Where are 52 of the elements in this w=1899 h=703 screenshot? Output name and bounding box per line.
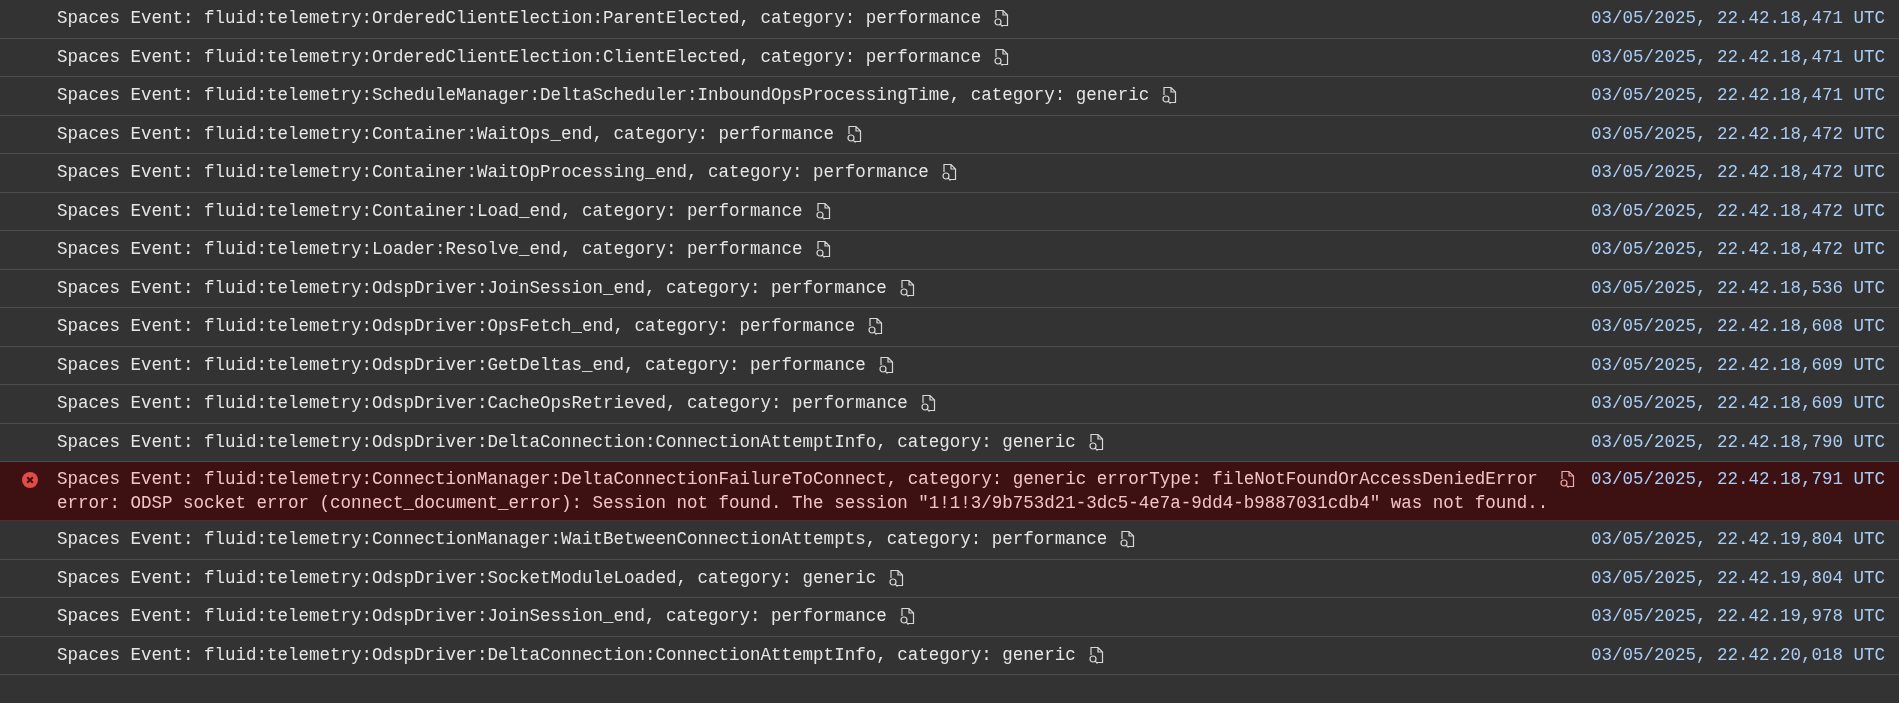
log-message: Spaces Event: fluid:telemetry:OdspDriver:JoinSession_end, category: performance bbox=[57, 276, 887, 300]
log-message: Spaces Event: fluid:telemetry:OrderedClientElection:ParentElected, category: performance bbox=[57, 7, 982, 30]
document-search-icon[interactable] bbox=[1161, 86, 1178, 106]
document-search-icon[interactable] bbox=[1558, 470, 1575, 489]
document-search-icon[interactable] bbox=[846, 124, 863, 144]
log-timestamp: 03/05/2025, 22.42.18,536 UTC bbox=[1590, 276, 1885, 300]
log-timestamp: 03/05/2025, 22.42.18,791 UTC bbox=[1590, 468, 1885, 491]
document-search-icon[interactable] bbox=[993, 9, 1010, 29]
log-timestamp: 03/05/2025, 22.42.18,609 UTC bbox=[1590, 392, 1885, 415]
log-message: Spaces Event: fluid:telemetry:OdspDriver:JoinSession_end, category: performance bbox=[57, 605, 887, 628]
log-timestamp: 03/05/2025, 22.42.20,018 UTC bbox=[1590, 643, 1885, 667]
document-search-icon[interactable] bbox=[877, 355, 894, 375]
log-timestamp: 03/05/2025, 22.42.18,609 UTC bbox=[1590, 353, 1885, 377]
log-message: Spaces Event: fluid:telemetry:Loader:Resolve_end, category: performance bbox=[57, 238, 803, 261]
document-search-icon[interactable] bbox=[867, 317, 884, 337]
log-timestamp: 03/05/2025, 22.42.18,472 UTC bbox=[1590, 238, 1885, 261]
log-timestamp: 03/05/2025, 22.42.18,471 UTC bbox=[1590, 84, 1885, 107]
log-timestamp: 03/05/2025, 22.42.18,471 UTC bbox=[1590, 7, 1885, 30]
document-search-icon[interactable] bbox=[919, 394, 936, 414]
log-message: Spaces Event: fluid:telemetry:Container:WaitOpProcessing_end, category: performance bbox=[57, 161, 929, 184]
log-message: Spaces Event: fluid:telemetry:ConnectionManager:WaitBetweenConnectionAttempts, category: performance bbox=[57, 528, 1108, 551]
log-message: Spaces Event: fluid:telemetry:OdspDriver:DeltaConnection:ConnectionAttemptInfo, category: generic bbox=[57, 430, 1076, 454]
log-message: Spaces Event: fluid:telemetry:OdspDriver:GetDeltas_end, category: performance bbox=[57, 353, 866, 377]
document-search-icon[interactable] bbox=[1087, 645, 1104, 665]
document-search-icon[interactable] bbox=[1087, 432, 1104, 452]
document-search-icon[interactable] bbox=[898, 278, 915, 298]
document-search-icon[interactable] bbox=[940, 163, 957, 183]
log-message: Spaces Event: fluid:telemetry:ScheduleManager:DeltaScheduler:InboundOpsProcessingTime, category: generic bbox=[57, 84, 1150, 107]
document-search-icon[interactable] bbox=[898, 607, 915, 627]
error-icon bbox=[21, 472, 38, 488]
log-timestamp: 03/05/2025, 22.42.18,790 UTC bbox=[1590, 430, 1885, 454]
log-message: Spaces Event: fluid:telemetry:Container:WaitOps_end, category: performance bbox=[57, 122, 835, 146]
log-message: Spaces Event: fluid:telemetry:OdspDriver:OpsFetch_end, category: performance bbox=[57, 315, 856, 338]
log-timestamp: 03/05/2025, 22.42.18,471 UTC bbox=[1590, 45, 1885, 69]
log-message: Spaces Event: fluid:telemetry:OdspDriver:CacheOpsRetrieved, category: performance bbox=[57, 392, 908, 415]
log-message: Spaces Event: fluid:telemetry:Container:Load_end, category: performance bbox=[57, 199, 803, 223]
document-search-icon[interactable] bbox=[1119, 530, 1136, 550]
log-message: Spaces Event: fluid:telemetry:OdspDriver:SocketModuleLoaded, category: generic bbox=[57, 566, 877, 590]
log-message: Spaces Event: fluid:telemetry:OdspDriver:DeltaConnection:ConnectionAttemptInfo, category: generic bbox=[57, 643, 1076, 667]
log-message: Spaces Event: fluid:telemetry:ConnectionManager:DeltaConnectionFailureToConnect, category: generic errorType: fileNotFoundOrAccessDeniedError error: ODSP socket error (connect_document_error): Session not found. The session "1!1!3/9b753d21-3dc5-4e7a-9dd4-b9887031cdb4" was not found.. bbox=[57, 468, 1550, 515]
log-timestamp: 03/05/2025, 22.42.19,978 UTC bbox=[1590, 605, 1885, 628]
document-search-icon[interactable] bbox=[814, 240, 831, 260]
log-timestamp: 03/05/2025, 22.42.19,804 UTC bbox=[1590, 566, 1885, 590]
log-timestamp: 03/05/2025, 22.42.18,472 UTC bbox=[1590, 122, 1885, 146]
log-message: Spaces Event: fluid:telemetry:OrderedClientElection:ClientElected, category: performance bbox=[57, 45, 982, 69]
log-timestamp: 03/05/2025, 22.42.18,608 UTC bbox=[1590, 315, 1885, 338]
document-search-icon[interactable] bbox=[814, 201, 831, 221]
document-search-icon[interactable] bbox=[888, 568, 905, 588]
log-timestamp: 03/05/2025, 22.42.19,804 UTC bbox=[1590, 528, 1885, 551]
log-timestamp: 03/05/2025, 22.42.18,472 UTC bbox=[1590, 199, 1885, 223]
document-search-icon[interactable] bbox=[993, 47, 1010, 67]
log-timestamp: 03/05/2025, 22.42.18,472 UTC bbox=[1590, 161, 1885, 184]
